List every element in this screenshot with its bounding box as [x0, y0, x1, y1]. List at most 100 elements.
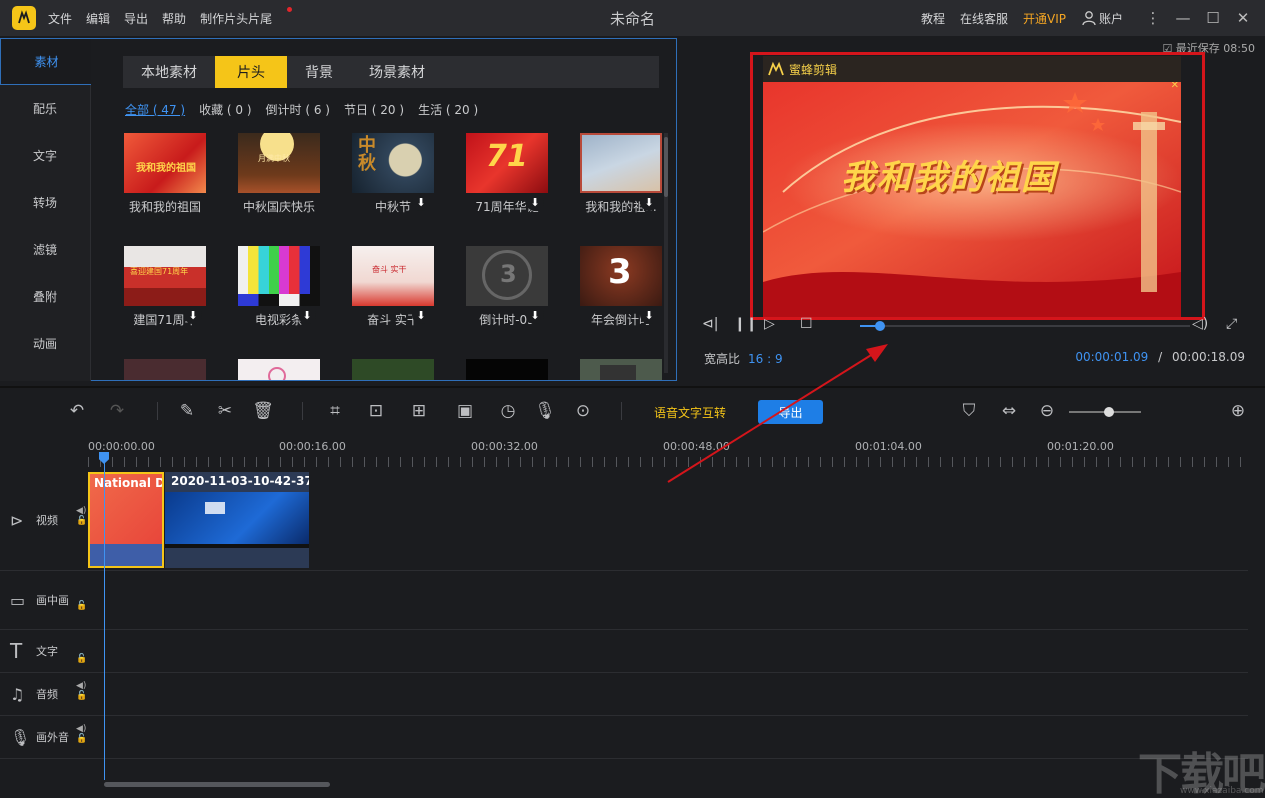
- menu-help[interactable]: 帮助: [162, 10, 186, 27]
- account-button[interactable]: 账户: [1081, 10, 1123, 27]
- stop-icon[interactable]: ☐: [800, 316, 813, 332]
- sidebar-item-overlay[interactable]: 叠附: [0, 273, 90, 320]
- template-card[interactable]: 中秋 ⬇ 中秋节: [352, 133, 434, 215]
- zoom-frame-icon[interactable]: ⊡: [365, 400, 387, 422]
- fullscreen-icon[interactable]: ⤢: [1226, 316, 1237, 332]
- zoom-slider-knob[interactable]: [1104, 407, 1114, 417]
- download-icon[interactable]: ⬇: [526, 193, 544, 211]
- screen-record-icon[interactable]: ⊙: [572, 400, 594, 422]
- download-icon[interactable]: ⬇: [526, 306, 544, 324]
- template-card[interactable]: [466, 359, 548, 380]
- redo-icon[interactable]: ↷: [106, 400, 128, 422]
- tab-background[interactable]: 背景: [287, 56, 351, 88]
- aspect-ratio[interactable]: 宽高比 16 : 9: [704, 350, 783, 367]
- download-icon[interactable]: ⬇: [184, 306, 202, 324]
- close-icon[interactable]: ✕: [1229, 0, 1257, 36]
- sidebar-item-filter[interactable]: 滤镜: [0, 226, 90, 273]
- template-card[interactable]: 3 ⬇ 年会倒计时: [580, 246, 662, 328]
- download-icon[interactable]: ⬇: [640, 306, 658, 324]
- template-card[interactable]: 月满中秋 中秋国庆快乐: [238, 133, 320, 215]
- filter-all[interactable]: 全部 ( 47 ): [125, 101, 185, 118]
- template-card[interactable]: 奋斗 实干 ⬇ 奋斗 实干: [352, 246, 434, 328]
- template-card[interactable]: 3 ⬇ 倒计时-03: [466, 246, 548, 328]
- sidebar-item-label: 配乐: [32, 102, 57, 116]
- mute-icon[interactable]: ◀): [76, 681, 87, 691]
- template-card[interactable]: [238, 359, 320, 380]
- edit-pencil-icon[interactable]: ✎: [176, 400, 198, 422]
- template-card[interactable]: 我和我的祖国 我和我的祖国: [124, 133, 206, 215]
- template-card[interactable]: ⬇ 电视彩条: [238, 246, 320, 328]
- template-card[interactable]: [124, 359, 206, 380]
- vip-link[interactable]: 开通VIP: [1023, 10, 1066, 27]
- crop-icon[interactable]: ⌗: [324, 400, 346, 422]
- sidebar-item-music[interactable]: 配乐: [0, 85, 90, 132]
- template-card[interactable]: [352, 359, 434, 380]
- more-menu-icon[interactable]: ⋮: [1139, 0, 1167, 36]
- volume-icon[interactable]: ◁): [1192, 316, 1208, 332]
- tick-label: 00:00:48.00: [663, 440, 730, 453]
- tutorial-link[interactable]: 教程: [921, 10, 945, 27]
- undo-icon[interactable]: ↶: [66, 400, 88, 422]
- timeline-scrollbar[interactable]: [104, 782, 330, 787]
- template-card[interactable]: ⬇ 我和我的祖...: [580, 133, 662, 215]
- sidebar-item-transition[interactable]: 转场: [0, 179, 90, 226]
- menu-intro-outro[interactable]: 制作片头片尾: [200, 6, 293, 27]
- zoom-in-icon[interactable]: ⊕: [1227, 400, 1249, 422]
- maximize-icon[interactable]: ☐: [1199, 0, 1227, 36]
- prev-frame-icon[interactable]: ⊲|: [702, 316, 718, 332]
- microphone-icon[interactable]: 🎙: [534, 400, 556, 422]
- mute-icon[interactable]: ◀): [76, 506, 87, 516]
- time-display: 00:00:01.09 / 00:00:18.09: [1075, 350, 1245, 364]
- online-service-link[interactable]: 在线客服: [960, 10, 1008, 27]
- template-card[interactable]: 喜迎建国71周年 ⬇ 建国71周年: [124, 246, 206, 328]
- cut-icon[interactable]: ✂: [214, 400, 236, 422]
- pause-icon[interactable]: ❙❙: [734, 316, 757, 332]
- delete-icon[interactable]: 🗑: [252, 400, 274, 422]
- export-button[interactable]: 导出: [758, 400, 823, 424]
- download-icon[interactable]: ⬇: [298, 306, 316, 324]
- card-thumb: [238, 359, 320, 380]
- timeline-ruler[interactable]: 00:00:00.00 00:00:16.00 00:00:32.00 00:0…: [88, 436, 1248, 468]
- lock-icon[interactable]: 🔓: [76, 516, 87, 526]
- clip-national-day[interactable]: National D: [88, 472, 164, 568]
- lock-icon[interactable]: 🔓: [76, 601, 87, 611]
- zoom-out-icon[interactable]: ⊖: [1036, 400, 1058, 422]
- tab-intro[interactable]: 片头: [215, 56, 287, 88]
- filter-life[interactable]: 生活 ( 20 ): [418, 101, 478, 118]
- lock-icon[interactable]: 🔓: [76, 734, 87, 744]
- lock-icon[interactable]: 🔓: [76, 654, 87, 664]
- template-card[interactable]: 71 ⬇ 71周年华诞: [466, 133, 548, 215]
- marker-icon[interactable]: ⛉: [958, 400, 980, 422]
- speech-text-button[interactable]: 语音文字互转: [654, 404, 726, 421]
- panel-scrollbar[interactable]: [664, 133, 668, 373]
- minimize-icon[interactable]: —: [1169, 0, 1197, 36]
- progress-knob[interactable]: [874, 321, 885, 331]
- freeze-frame-icon[interactable]: ▣: [454, 400, 476, 422]
- tab-local-material[interactable]: 本地素材: [123, 56, 215, 88]
- download-icon[interactable]: ⬇: [640, 193, 658, 211]
- playback-progress[interactable]: [860, 321, 1190, 331]
- lock-icon[interactable]: 🔓: [76, 691, 87, 701]
- menu-edit[interactable]: 编辑: [86, 10, 110, 27]
- download-icon[interactable]: ⬇: [412, 306, 430, 324]
- template-card[interactable]: [580, 359, 662, 380]
- duration-icon[interactable]: ◷: [497, 400, 519, 422]
- tick-label: 00:01:04.00: [855, 440, 922, 453]
- mute-icon[interactable]: ◀): [76, 724, 87, 734]
- download-icon[interactable]: ⬇: [412, 193, 430, 211]
- tab-scene-material[interactable]: 场景素材: [351, 56, 443, 88]
- playhead-line[interactable]: [104, 462, 105, 780]
- clip-screen-recording[interactable]: 2020-11-03-10-42-37: [165, 472, 309, 568]
- menu-file[interactable]: 文件: [48, 10, 72, 27]
- sidebar-item-material[interactable]: 素材: [0, 38, 92, 85]
- menu-export[interactable]: 导出: [124, 10, 148, 27]
- play-icon[interactable]: ▷: [764, 316, 775, 332]
- sidebar-item-animation[interactable]: 动画: [0, 320, 90, 367]
- mosaic-icon[interactable]: ⊞: [408, 400, 430, 422]
- filter-countdown[interactable]: 倒计时 ( 6 ): [266, 101, 330, 118]
- filter-holiday[interactable]: 节日 ( 20 ): [344, 101, 404, 118]
- fit-timeline-icon[interactable]: ⇔: [998, 400, 1020, 422]
- account-label: 账户: [1098, 11, 1123, 26]
- sidebar-item-text[interactable]: 文字: [0, 132, 90, 179]
- filter-favorites[interactable]: 收藏 ( 0 ): [199, 101, 251, 118]
